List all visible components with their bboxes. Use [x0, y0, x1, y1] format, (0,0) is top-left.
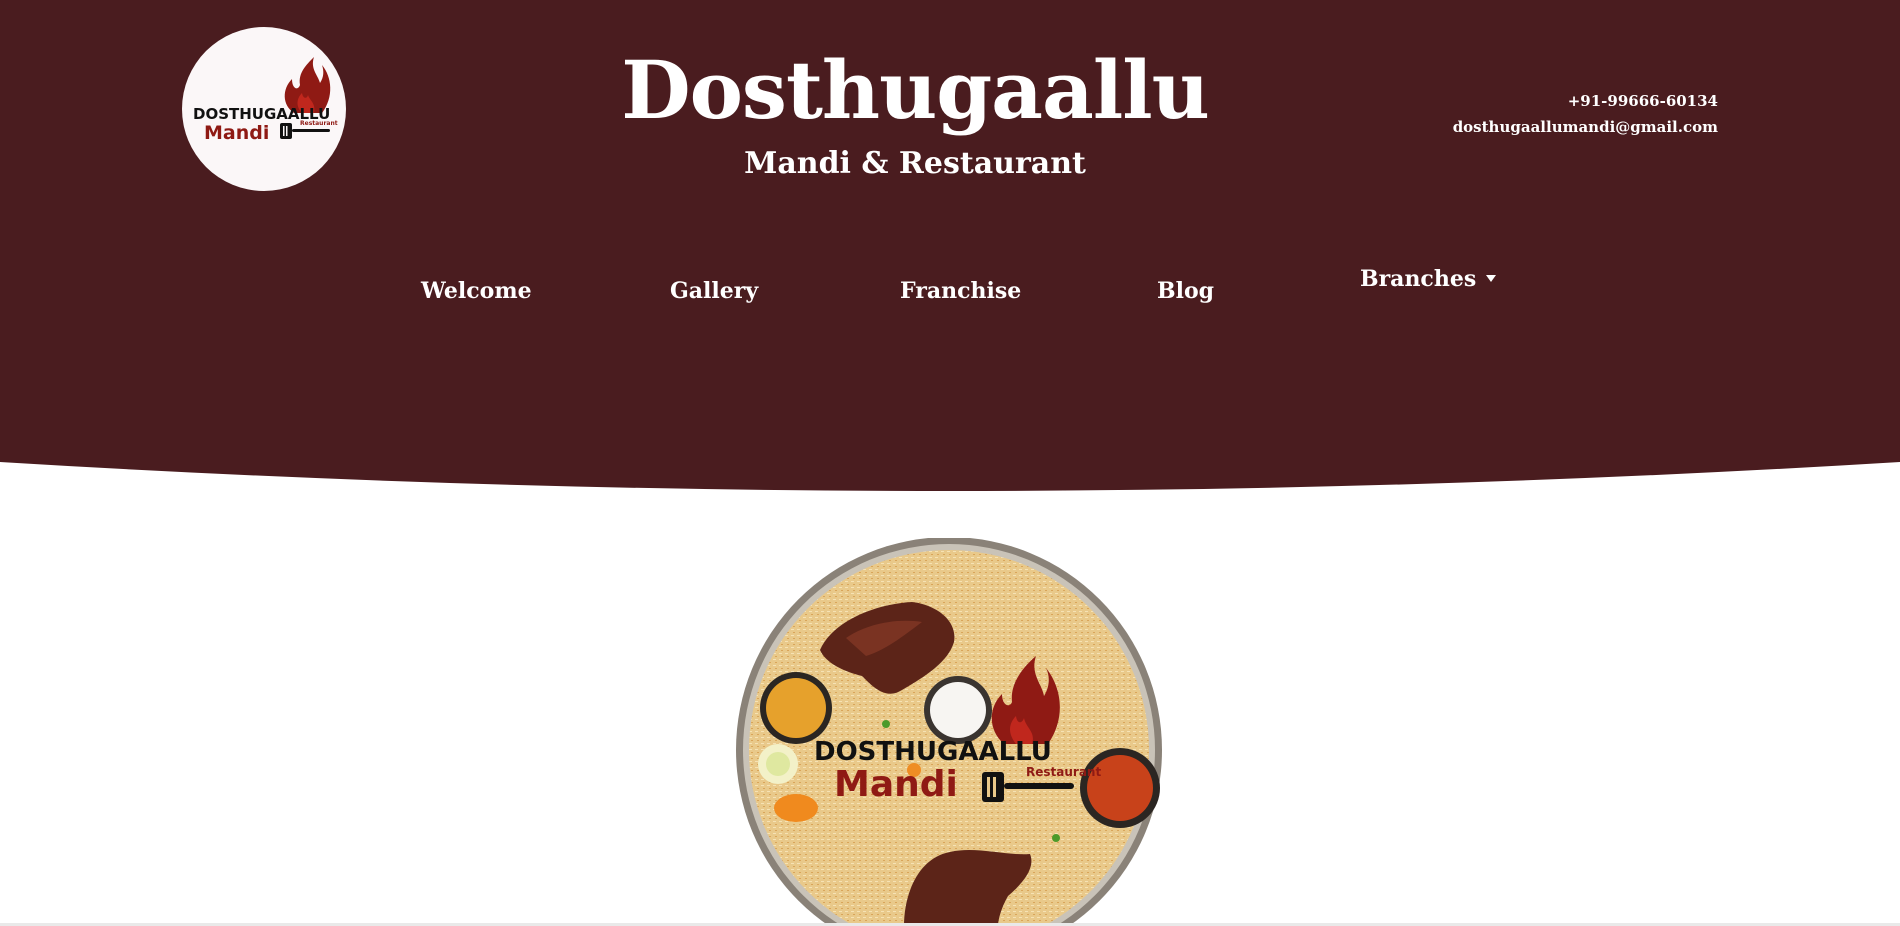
- nav-item-welcome[interactable]: Welcome: [421, 278, 532, 304]
- nav-item-branches[interactable]: Branches: [1360, 266, 1497, 292]
- nav-item-gallery[interactable]: Gallery: [670, 278, 758, 304]
- nav-item-blog[interactable]: Blog: [1157, 278, 1214, 304]
- nav-item-franchise[interactable]: Franchise: [900, 278, 1021, 304]
- caret-down-icon: [1486, 274, 1497, 282]
- page: DOSTHUGAALLU Mandi Restaurant Dosthugaal…: [0, 0, 1900, 926]
- mandi-platter-image: DOSTHUGAALLU Mandi Restaurant: [736, 538, 1162, 926]
- hero-tag-text: Restaurant: [1026, 765, 1101, 779]
- main-nav: Welcome Gallery Franchise Blog Branches: [0, 0, 1900, 320]
- hero-brand-text: DOSTHUGAALLU: [814, 737, 1052, 767]
- hero-image: DOSTHUGAALLU Mandi Restaurant: [736, 538, 1162, 926]
- hero-mandi-text: Mandi: [834, 764, 958, 805]
- nav-item-branches-label: Branches: [1360, 266, 1477, 292]
